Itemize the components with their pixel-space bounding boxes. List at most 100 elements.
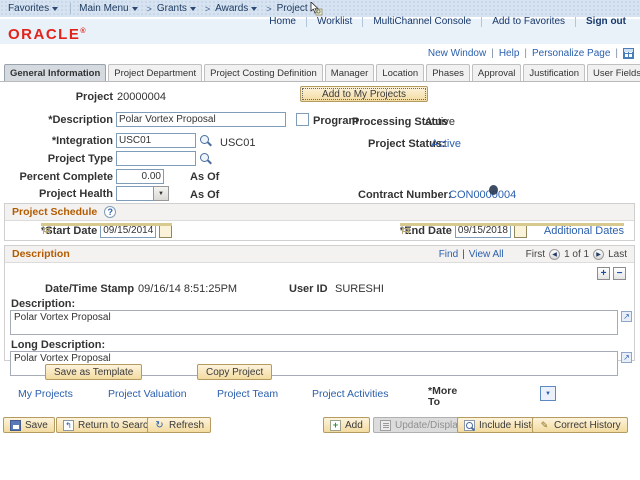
find-link[interactable]: Find <box>439 249 458 260</box>
delete-row-button[interactable]: − <box>613 267 626 280</box>
sign-out-link[interactable]: Sign out <box>576 16 636 27</box>
divider: | <box>462 249 465 260</box>
crumb-grants[interactable]: Grants <box>157 3 187 14</box>
more-dropdown[interactable]: ▼ <box>540 386 556 401</box>
chevron-down-icon <box>52 7 58 11</box>
correct-history-button[interactable]: Correct History <box>532 417 628 433</box>
project-activities-link[interactable]: Project Activities <box>312 388 388 400</box>
refresh-icon <box>154 420 165 431</box>
tab-bar: General Information Project Department P… <box>0 62 640 82</box>
multichannel-console-link[interactable]: MultiChannel Console <box>363 16 481 27</box>
user-id-value: SURESHI <box>335 283 384 295</box>
chevron-down-icon <box>190 7 196 11</box>
tab-phases[interactable]: Phases <box>426 64 470 81</box>
row-position: 1 of 1 <box>564 249 589 260</box>
more-to-label: *More To <box>428 386 464 408</box>
copy-project-button[interactable]: Copy Project <box>197 364 272 380</box>
crumb-project[interactable]: Project <box>277 3 308 14</box>
project-schedule-body: *Start Date *End Date Additional Dates <box>5 221 634 241</box>
next-row-icon[interactable]: ▶ <box>593 249 604 260</box>
save-as-template-button[interactable]: Save as Template <box>45 364 142 380</box>
tab-user-fields[interactable]: User Fields <box>587 64 640 81</box>
page-utility-links: New Window | Help | Personalize Page | <box>428 48 634 59</box>
project-type-label: Project Type <box>0 153 113 165</box>
program-checkbox[interactable] <box>296 113 309 126</box>
project-label: Project <box>0 91 113 103</box>
project-valuation-link[interactable]: Project Valuation <box>108 388 187 400</box>
additional-dates-link[interactable]: Additional Dates <box>544 225 624 237</box>
as-of-label: As Of <box>190 189 219 201</box>
processing-status-value: Active <box>425 116 455 128</box>
return-to-search-button[interactable]: Return to Search <box>56 417 161 433</box>
integration-label: *Integration <box>0 135 113 147</box>
project-health-label: Project Health <box>0 188 113 200</box>
divider <box>70 3 71 14</box>
description-label: *Description <box>0 114 113 126</box>
expand-field-icon[interactable] <box>621 311 632 322</box>
my-projects-link[interactable]: My Projects <box>18 388 73 400</box>
grid-layout-icon[interactable] <box>623 48 634 59</box>
project-team-link[interactable]: Project Team <box>217 388 278 400</box>
last-label: Last <box>608 249 627 260</box>
description-textarea[interactable]: Polar Vortex Proposal <box>10 310 618 335</box>
lookup-magnifier-icon[interactable] <box>200 153 212 165</box>
project-value: 20000004 <box>117 91 166 103</box>
add-button[interactable]: Add <box>323 417 370 433</box>
project-type-input[interactable] <box>116 151 196 166</box>
tab-location[interactable]: Location <box>376 64 424 81</box>
floppy-disk-icon <box>10 420 21 431</box>
contract-number-value[interactable]: CON0000004 <box>449 189 516 201</box>
crumb-awards[interactable]: Awards <box>215 3 248 14</box>
page-content: Project 20000004 Add to My Projects *Des… <box>0 82 640 480</box>
top-nav-links: Home Worklist MultiChannel Console Add t… <box>259 16 636 27</box>
mouse-cursor-icon <box>309 2 323 16</box>
lookup-magnifier-icon[interactable] <box>200 135 212 147</box>
peoplesoft-window: Favorites Main Menu > Grants > Awards > … <box>0 0 640 480</box>
description-section: Description Find | View All First ◀ 1 of… <box>4 245 635 361</box>
favorites-menu[interactable]: Favorites <box>8 3 49 14</box>
divider: | <box>615 48 618 59</box>
calendar-icon[interactable] <box>514 224 527 238</box>
description-body: + − Date/Time Stamp 09/16/14 8:51:25PM U… <box>5 263 634 361</box>
update-display-icon <box>380 420 391 431</box>
calendar-icon[interactable] <box>159 224 172 238</box>
crumb-separator: > <box>205 4 210 14</box>
tab-project-costing-definition[interactable]: Project Costing Definition <box>204 64 323 81</box>
worklist-link[interactable]: Worklist <box>307 16 362 27</box>
oracle-logo: ORACLE® <box>8 26 87 43</box>
divider: | <box>524 48 527 59</box>
datetime-stamp-label: Date/Time Stamp <box>45 283 134 295</box>
personalize-page-link[interactable]: Personalize Page <box>532 48 610 59</box>
home-link[interactable]: Home <box>259 16 306 27</box>
view-all-link[interactable]: View All <box>469 249 504 260</box>
new-window-link[interactable]: New Window <box>428 48 486 59</box>
chevron-down-icon <box>132 7 138 11</box>
crumb-separator: > <box>266 4 271 14</box>
project-health-select[interactable]: ▼ <box>116 186 169 201</box>
tab-project-department[interactable]: Project Department <box>108 64 202 81</box>
main-menu[interactable]: Main Menu <box>79 3 128 14</box>
refresh-button[interactable]: Refresh <box>147 417 211 433</box>
description-header: Description Find | View All First ◀ 1 of… <box>5 246 634 263</box>
update-display-button: Update/Display <box>373 417 470 433</box>
save-button[interactable]: Save <box>3 417 55 433</box>
add-to-my-projects-button[interactable]: Add to My Projects <box>300 86 428 102</box>
help-icon[interactable]: ? <box>104 206 116 218</box>
chevron-down-icon[interactable]: ▼ <box>154 186 169 201</box>
tab-manager[interactable]: Manager <box>325 64 375 81</box>
previous-row-icon[interactable]: ◀ <box>549 249 560 260</box>
add-to-favorites-link[interactable]: Add to Favorites <box>482 16 575 27</box>
description-field-label: Description: <box>11 298 75 310</box>
tab-general-information[interactable]: General Information <box>4 64 106 81</box>
tab-approval[interactable]: Approval <box>472 64 522 81</box>
add-row-button[interactable]: + <box>597 267 610 280</box>
integration-input[interactable] <box>116 133 196 148</box>
project-status-value[interactable]: Active <box>431 138 461 150</box>
description-input[interactable] <box>116 112 286 127</box>
tab-justification[interactable]: Justification <box>523 64 585 81</box>
section-title: Description <box>12 248 70 260</box>
help-link[interactable]: Help <box>499 48 520 59</box>
pencil-icon <box>539 420 550 431</box>
percent-complete-input[interactable] <box>116 169 164 184</box>
expand-field-icon[interactable] <box>621 352 632 363</box>
